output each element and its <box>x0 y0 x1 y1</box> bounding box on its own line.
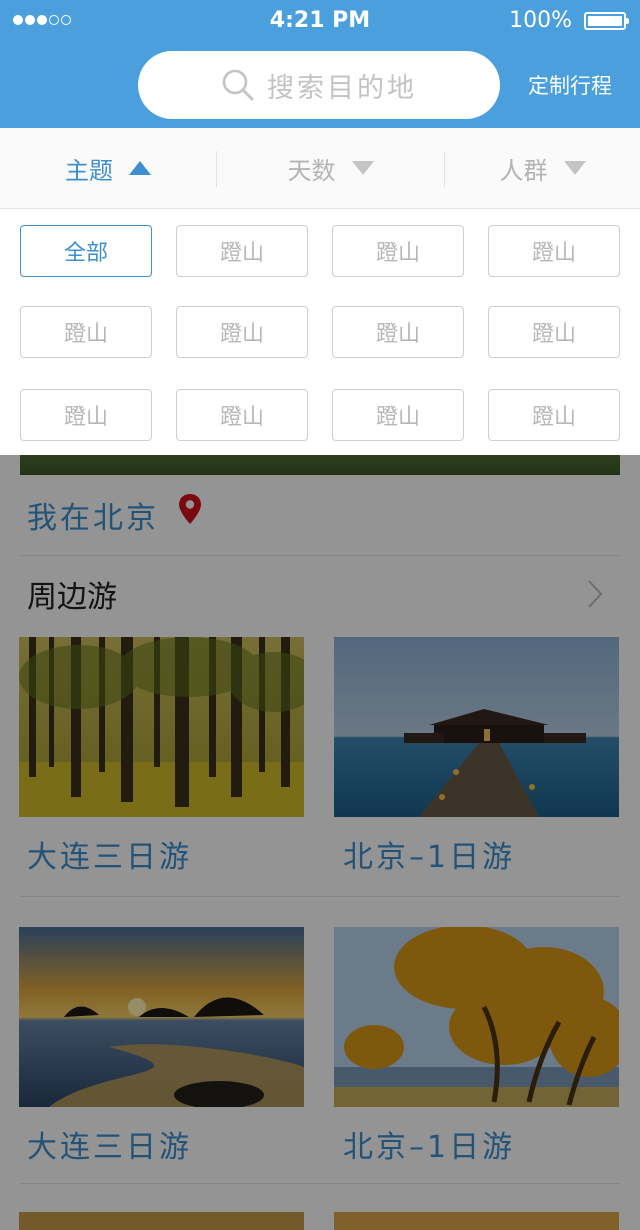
tab-crowd-label: 人群 <box>499 156 548 185</box>
custom-trip-button[interactable]: 定制行程 <box>528 70 612 100</box>
caret-up-icon <box>129 161 151 175</box>
theme-option[interactable]: 蹬山 <box>332 389 464 441</box>
filter-tabs: 主题 天数 人群 <box>0 128 640 209</box>
search-input[interactable]: 搜索目的地 <box>138 51 500 119</box>
tab-theme[interactable]: 主题 <box>0 128 216 208</box>
theme-option-all[interactable]: 全部 <box>20 225 152 277</box>
battery-percentage: 100% <box>509 8 572 33</box>
tab-crowd[interactable]: 人群 <box>445 128 640 208</box>
theme-option[interactable]: 蹬山 <box>488 389 620 441</box>
theme-option[interactable]: 蹬山 <box>20 306 152 358</box>
theme-option[interactable]: 蹬山 <box>176 306 308 358</box>
search-icon <box>222 69 254 101</box>
theme-option[interactable]: 蹬山 <box>332 306 464 358</box>
caret-down-icon <box>351 161 374 175</box>
search-placeholder: 搜索目的地 <box>267 72 417 104</box>
theme-option[interactable]: 蹬山 <box>176 389 308 441</box>
dim-overlay[interactable] <box>0 455 640 1230</box>
tab-theme-label: 主题 <box>65 156 113 185</box>
theme-option[interactable]: 蹬山 <box>488 225 620 277</box>
theme-option[interactable]: 蹬山 <box>176 225 308 277</box>
tab-days-label: 天数 <box>287 156 336 185</box>
tab-days[interactable]: 天数 <box>217 128 444 208</box>
battery-icon <box>584 12 629 30</box>
header-bar: 4:21 PM 100% 搜索目的地 定制行程 <box>0 0 640 128</box>
theme-option[interactable]: 蹬山 <box>20 389 152 441</box>
theme-dropdown-panel: 全部 蹬山 蹬山 蹬山 蹬山 蹬山 蹬山 蹬山 蹬山 蹬山 蹬山 蹬山 <box>0 209 640 455</box>
theme-option[interactable]: 蹬山 <box>488 306 620 358</box>
caret-down-icon <box>563 161 586 175</box>
status-bar: 4:21 PM 100% <box>0 0 640 44</box>
theme-option[interactable]: 蹬山 <box>332 225 464 277</box>
